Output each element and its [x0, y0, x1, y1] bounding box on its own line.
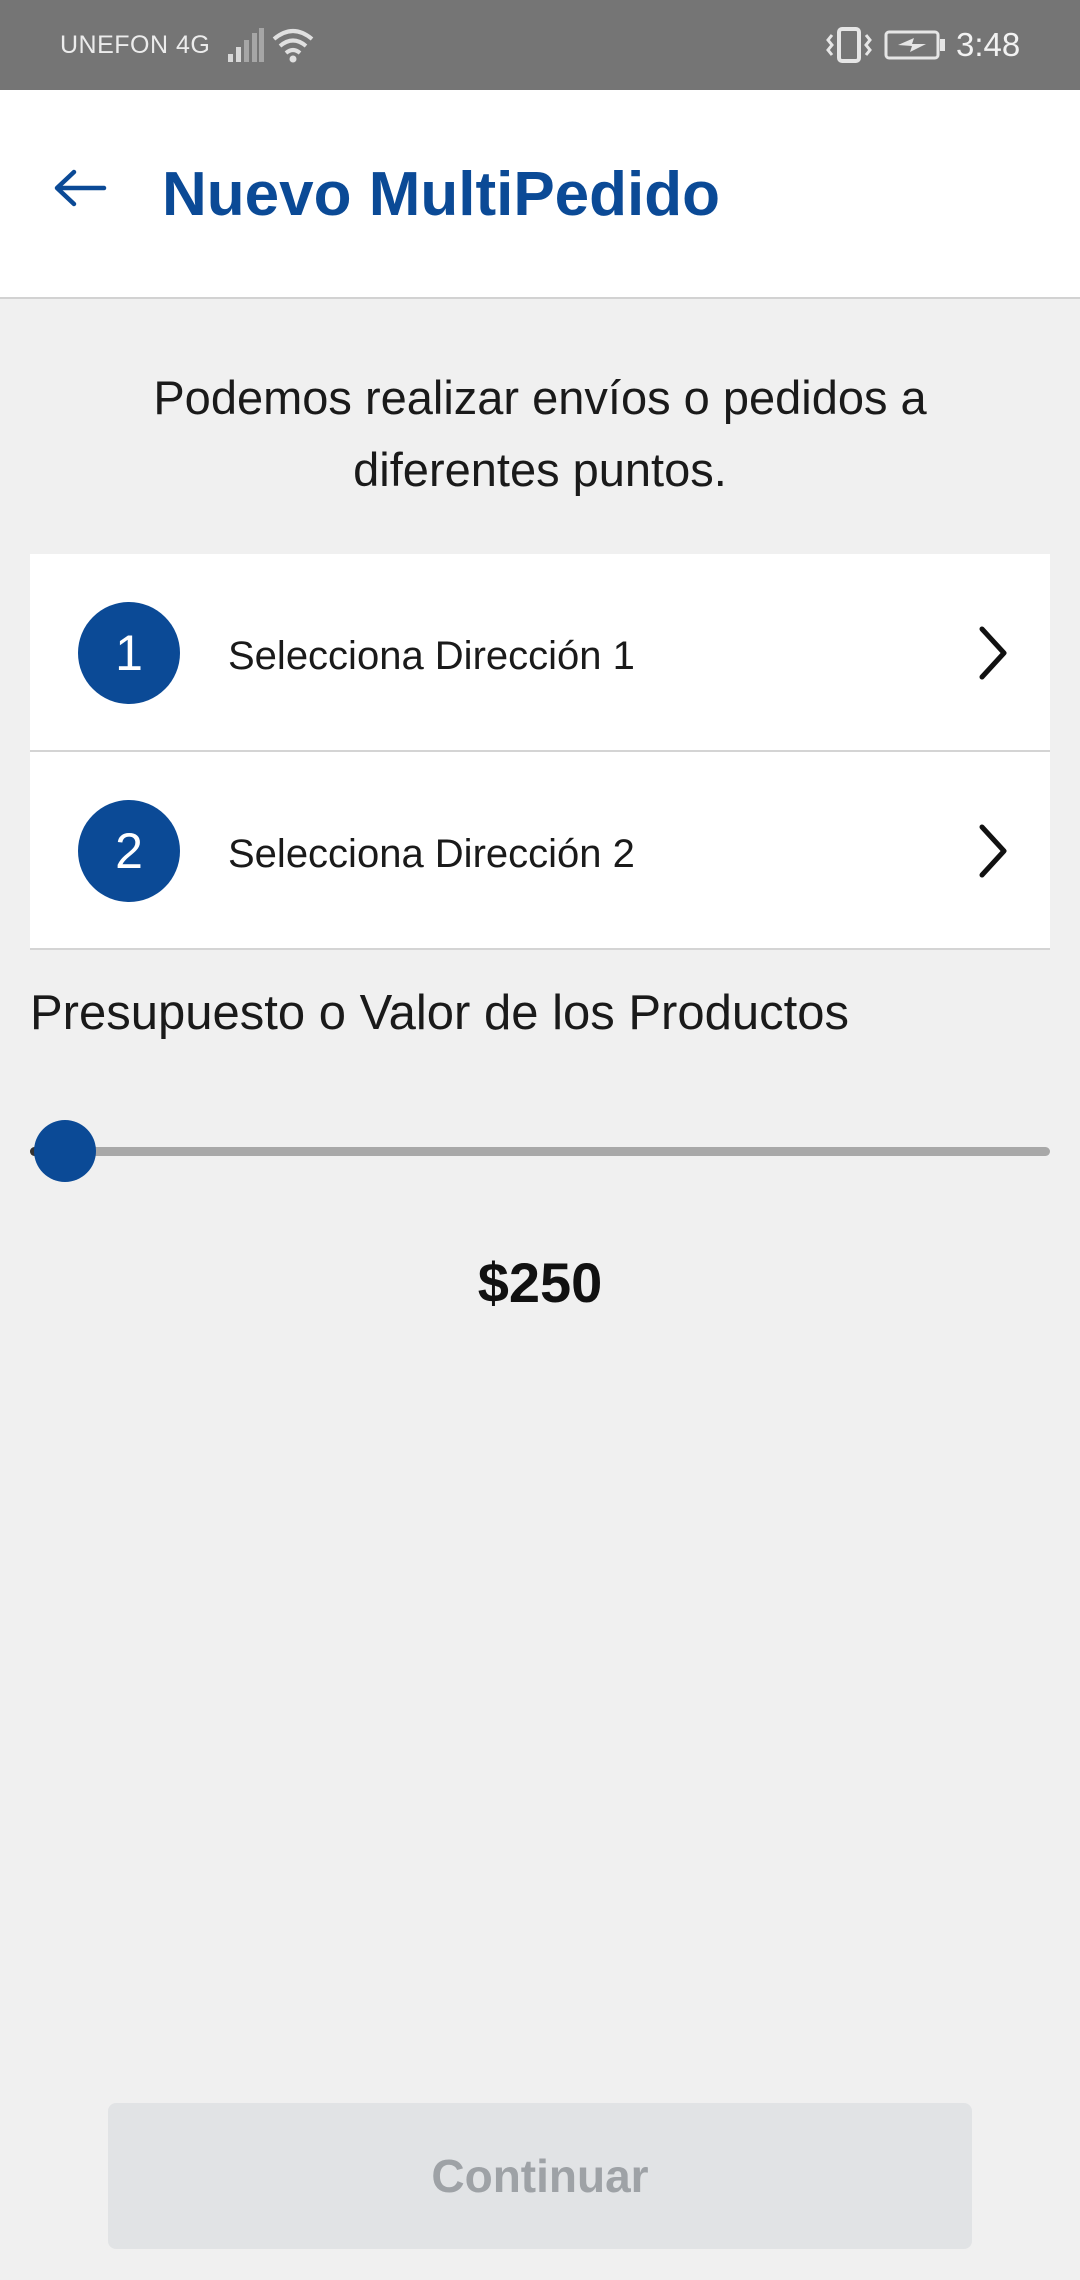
signal-icon [228, 28, 264, 67]
app-bar: Nuevo MultiPedido [0, 90, 1080, 299]
step-number-badge: 1 [78, 602, 180, 704]
page-title: Nuevo MultiPedido [162, 160, 720, 229]
budget-label: Presupuesto o Valor de los Productos [30, 986, 849, 1040]
carrier-label: UNEFON 4G [60, 30, 211, 59]
address-row-1[interactable]: 1 Selecciona Dirección 1 [30, 554, 1050, 752]
arrow-left-icon [52, 168, 108, 213]
continue-button[interactable]: Continuar [108, 2103, 972, 2249]
chevron-right-icon [976, 823, 1010, 884]
intro-text: Podemos realizar envíos o pedidos a dife… [60, 362, 1020, 506]
slider-thumb[interactable] [34, 1120, 96, 1182]
budget-slider[interactable] [30, 1120, 1050, 1182]
budget-value: $250 [477, 1251, 603, 1314]
address-label: Selecciona Dirección 2 [228, 831, 635, 876]
address-label: Selecciona Dirección 1 [228, 633, 635, 678]
battery-charging-icon [884, 30, 946, 65]
address-list: 1 Selecciona Dirección 1 2 Selecciona Di… [30, 554, 1050, 950]
intro-line-2: diferentes puntos. [353, 443, 727, 496]
chevron-right-icon [976, 625, 1010, 686]
status-bar: UNEFON 4G 3:48 [0, 0, 1080, 90]
intro-line-1: Podemos realizar envíos o pedidos a [153, 371, 927, 424]
slider-track[interactable] [30, 1147, 1050, 1156]
status-time: 3:48 [956, 26, 1021, 63]
address-row-2[interactable]: 2 Selecciona Dirección 2 [30, 752, 1050, 950]
step-number-badge: 2 [78, 800, 180, 902]
back-button[interactable] [40, 150, 120, 230]
wifi-icon [272, 27, 314, 68]
vibrate-icon [826, 27, 872, 68]
